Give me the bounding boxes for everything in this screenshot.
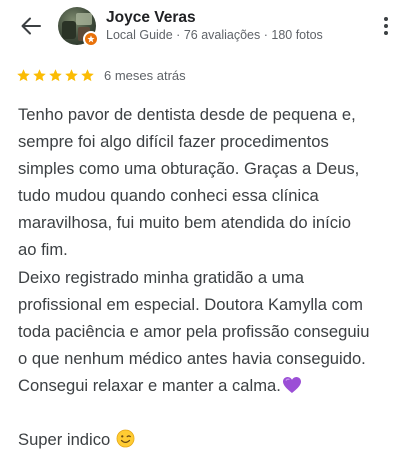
local-guide-badge-icon — [83, 31, 99, 47]
review-line: simples como uma obturação. Graças a Deu… — [18, 159, 360, 179]
review-text: Tenho pavor de dentista desde de pequena… — [18, 101, 413, 451]
review-line: ao fim. — [18, 240, 68, 260]
reviewer-meta: Local Guide · 76 avaliações · 180 fotos — [106, 28, 323, 42]
review-line-with-emoji: Super indico — [18, 426, 413, 451]
winking-face-icon — [116, 429, 135, 448]
review-line: toda paciência e amor pela profissão con… — [18, 321, 370, 341]
more-options-button[interactable] — [374, 12, 398, 40]
back-button[interactable] — [14, 10, 48, 42]
review-line: Tenho pavor de dentista desde de pequena… — [18, 105, 356, 124]
more-vert-icon — [384, 17, 388, 21]
review-line: o que nenhum médico antes havia consegui… — [18, 348, 366, 368]
purple-heart-icon — [282, 376, 301, 393]
reviewer-name[interactable]: Joyce Veras — [106, 9, 196, 27]
star-icon — [17, 69, 30, 82]
review-line: sempre foi algo difícil fazer procedimen… — [18, 132, 329, 152]
review-line: Consegui relaxar e manter a calma. — [18, 375, 281, 395]
review-line: Deixo registrado minha gratidão a uma — [18, 267, 304, 287]
review-line: maravilhosa, fui muito bem atendida do i… — [18, 213, 351, 233]
review-line-with-emoji: Consegui relaxar e manter a calma. — [18, 372, 413, 399]
star-rating — [16, 68, 95, 83]
star-icon — [33, 69, 46, 82]
arrow-back-icon — [21, 17, 41, 35]
star-icon — [81, 69, 94, 82]
review-line: profissional em especial. Doutora Kamyll… — [18, 294, 363, 314]
star-icon — [65, 69, 78, 82]
rating-row: 6 meses atrás — [16, 68, 186, 83]
star-icon — [49, 69, 62, 82]
review-line: Super indico — [18, 430, 111, 450]
avatar[interactable] — [58, 7, 99, 47]
review-line: tudo mudou quando conheci essa clínica — [18, 186, 319, 206]
review-screen: Joyce Veras Local Guide · 76 avaliações … — [0, 0, 417, 451]
review-date: 6 meses atrás — [104, 68, 186, 83]
